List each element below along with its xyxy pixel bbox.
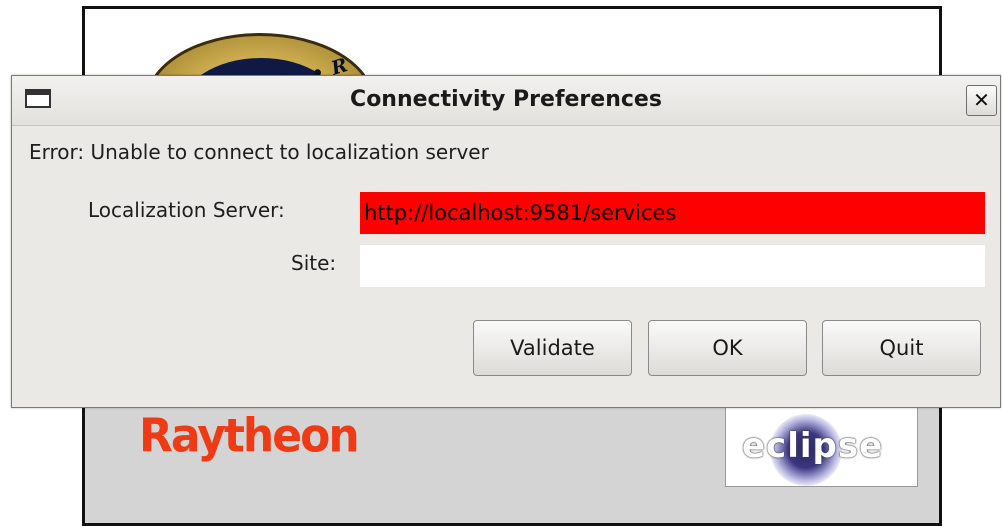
dialog-title: Connectivity Preferences (350, 87, 662, 112)
eclipse-logo-text: eclipse (742, 426, 884, 466)
connectivity-preferences-dialog: Connectivity Preferences ✕ Error: Unable… (11, 75, 1001, 408)
localization-server-label: Localization Server: (88, 198, 285, 222)
eclipse-logo: eclipse (725, 405, 918, 487)
ok-button[interactable]: OK (648, 320, 807, 376)
raytheon-logo: Raytheon (139, 409, 360, 464)
validate-button[interactable]: Validate (473, 320, 632, 376)
dialog-titlebar[interactable]: Connectivity Preferences ✕ (12, 76, 1000, 126)
close-button[interactable]: ✕ (966, 85, 997, 116)
quit-button[interactable]: Quit (822, 320, 981, 376)
localization-server-input[interactable]: http://localhost:9581/services (360, 192, 985, 234)
error-message: Error: Unable to connect to localization… (29, 140, 489, 164)
site-label: Site: (291, 251, 337, 275)
site-input[interactable] (360, 245, 985, 287)
